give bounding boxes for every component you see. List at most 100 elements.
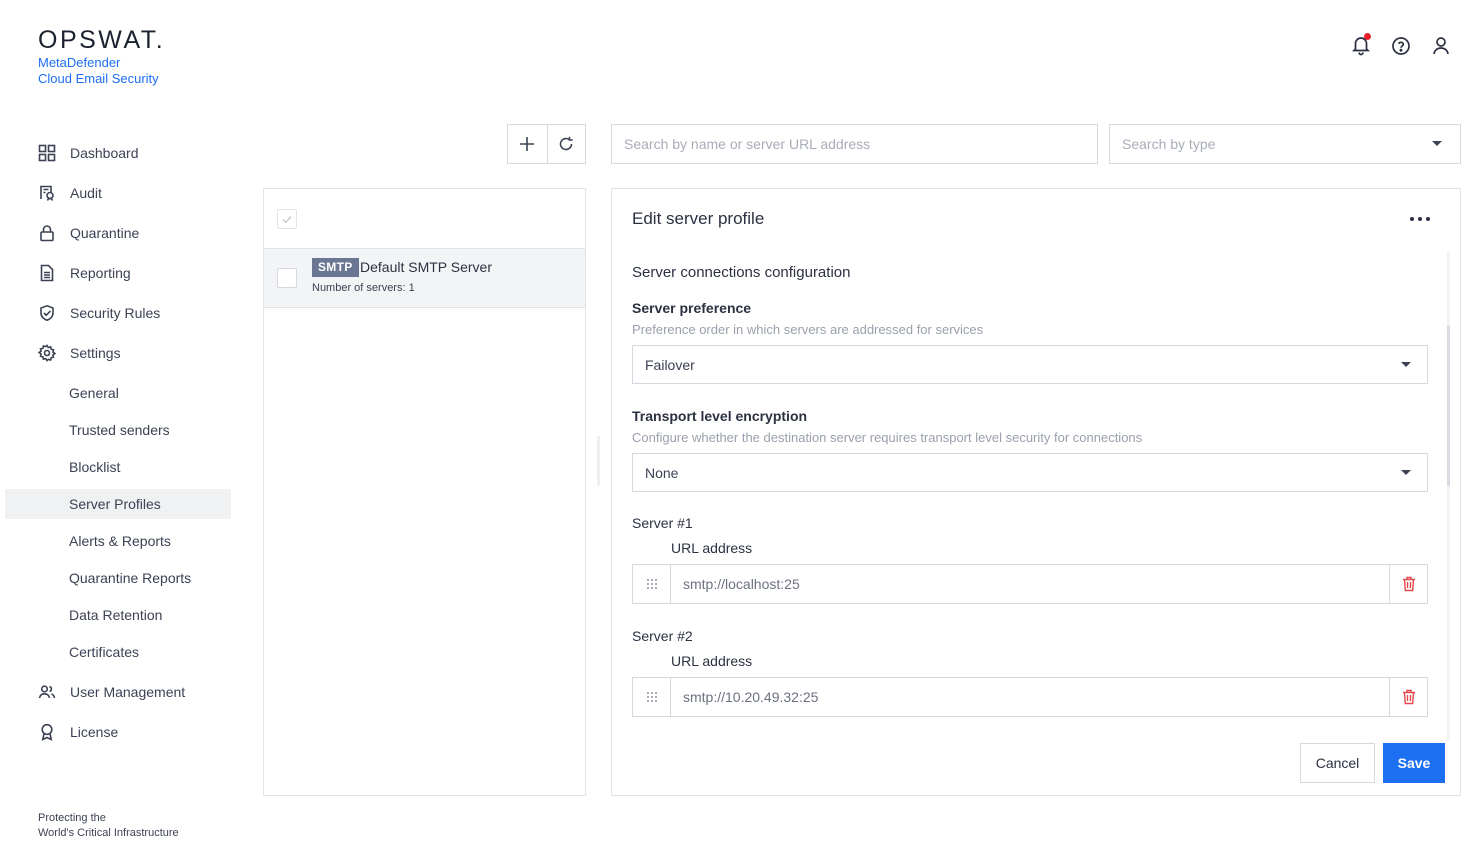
drag-dots-icon bbox=[646, 692, 657, 702]
save-button[interactable]: Save bbox=[1383, 743, 1445, 783]
sidebar-item-label: Dashboard bbox=[70, 145, 139, 161]
sidebar-item-audit[interactable]: Audit bbox=[0, 178, 232, 208]
plus-icon bbox=[520, 137, 535, 151]
more-dot-icon bbox=[1426, 217, 1430, 221]
audit-icon bbox=[40, 185, 54, 201]
server-profile-list: SMTP Default SMTP Server Number of serve… bbox=[263, 188, 586, 796]
drag-dots-icon bbox=[646, 579, 657, 589]
brand-logo[interactable]: OPSWAT. MetaDefender Cloud Email Securit… bbox=[38, 27, 165, 87]
search-input[interactable] bbox=[611, 124, 1098, 164]
server-1-url-input[interactable]: smtp://localhost:25 bbox=[671, 565, 1389, 603]
help-button[interactable] bbox=[1391, 34, 1411, 56]
sidebar-subitem-label: Trusted senders bbox=[69, 422, 170, 438]
profile-name: Default SMTP Server bbox=[360, 259, 493, 275]
chevron-down-icon bbox=[1401, 362, 1411, 367]
lock-icon bbox=[40, 225, 54, 242]
server-preference-help: Preference order in which servers are ad… bbox=[632, 322, 984, 337]
server-1-url-row: smtp://localhost:25 bbox=[632, 564, 1428, 604]
scrollbar-thumb[interactable] bbox=[1447, 326, 1450, 486]
document-icon bbox=[40, 264, 54, 282]
refresh-button[interactable] bbox=[546, 125, 586, 163]
server-1-label: Server #1 bbox=[632, 515, 693, 531]
header-actions bbox=[1351, 33, 1451, 56]
drag-handle[interactable] bbox=[633, 678, 671, 716]
delete-server-1-button[interactable] bbox=[1389, 565, 1427, 603]
sidebar-item-label: Reporting bbox=[70, 265, 131, 281]
encryption-help: Configure whether the destination server… bbox=[632, 430, 1143, 445]
more-dot-icon bbox=[1410, 217, 1414, 221]
server-preference-select[interactable]: Failover bbox=[632, 345, 1428, 384]
product-name-line2: Cloud Email Security bbox=[38, 71, 159, 86]
sidebar-item-label: Quarantine bbox=[70, 225, 140, 241]
server-2-url-input[interactable]: smtp://10.20.49.32:25 bbox=[671, 678, 1389, 716]
sidebar-item-label: Audit bbox=[70, 185, 102, 201]
add-profile-button[interactable] bbox=[508, 125, 547, 163]
sidebar-subitem-label: Server Profiles bbox=[69, 496, 161, 512]
dashboard-icon bbox=[38, 144, 56, 162]
sidebar-item-label: Security Rules bbox=[70, 305, 161, 321]
url-address-label: URL address bbox=[671, 540, 753, 556]
section-title: Server connections configuration bbox=[632, 264, 851, 281]
users-icon bbox=[38, 685, 56, 699]
row-checkbox[interactable] bbox=[277, 268, 297, 288]
opswat-logo-text: OPSWAT. bbox=[38, 26, 166, 54]
sidebar-item-reporting[interactable]: Reporting bbox=[0, 258, 232, 288]
encryption-select[interactable]: None bbox=[632, 453, 1428, 492]
sidebar-item-settings[interactable]: Settings bbox=[0, 338, 232, 368]
shield-check-icon bbox=[40, 304, 54, 322]
cancel-button[interactable]: Cancel bbox=[1300, 743, 1375, 783]
user-icon bbox=[1433, 37, 1449, 55]
sidebar-subitem-label: Certificates bbox=[69, 644, 140, 660]
sidebar-item-license[interactable]: License bbox=[0, 717, 232, 747]
notification-dot bbox=[1364, 33, 1371, 40]
sidebar-item-quarantine[interactable]: Quarantine bbox=[0, 218, 232, 248]
trash-icon bbox=[1402, 576, 1415, 592]
chevron-down-icon bbox=[1401, 470, 1411, 475]
edit-panel-scrollbar[interactable] bbox=[1447, 251, 1450, 741]
more-options-button[interactable] bbox=[1410, 217, 1430, 221]
award-icon bbox=[41, 723, 53, 741]
sidebar-item-dashboard[interactable]: Dashboard bbox=[0, 138, 232, 168]
user-profile-button[interactable] bbox=[1431, 34, 1451, 56]
sidebar-subitem-general[interactable]: General bbox=[5, 378, 231, 408]
sidebar-subitem-blocklist[interactable]: Blocklist bbox=[5, 452, 231, 482]
sidebar-subitem-data-retention[interactable]: Data Retention bbox=[5, 600, 231, 630]
sidebar-item-label: User Management bbox=[70, 684, 186, 700]
panel-resize-handle[interactable] bbox=[597, 436, 600, 486]
gear-icon bbox=[38, 344, 56, 362]
sidebar-subitem-quarantine-reports[interactable]: Quarantine Reports bbox=[5, 563, 231, 593]
sidebar-subitem-label: General bbox=[69, 385, 119, 401]
profile-server-count: Number of servers: 1 bbox=[312, 282, 415, 294]
delete-server-2-button[interactable] bbox=[1389, 678, 1427, 716]
sidebar-subitem-certificates[interactable]: Certificates bbox=[5, 637, 231, 667]
server-preference-value: Failover bbox=[645, 356, 695, 373]
notifications-button[interactable] bbox=[1351, 33, 1371, 56]
chevron-down-icon bbox=[1432, 141, 1442, 146]
type-filter-placeholder: Search by type bbox=[1122, 136, 1216, 152]
footer-line2: World's Critical Infrastructure bbox=[38, 827, 179, 839]
select-all-checkbox[interactable] bbox=[277, 209, 297, 229]
sidebar-subitem-server-profiles[interactable]: Server Profiles bbox=[5, 489, 231, 519]
footer-line1: Protecting the bbox=[38, 812, 106, 824]
server-preference-label: Server preference bbox=[632, 300, 752, 316]
trash-icon bbox=[1402, 689, 1415, 705]
drag-handle[interactable] bbox=[633, 565, 671, 603]
refresh-icon bbox=[559, 136, 573, 151]
sidebar-subitem-label: Blocklist bbox=[69, 459, 121, 475]
sidebar-item-security-rules[interactable]: Security Rules bbox=[0, 298, 232, 328]
encryption-value: None bbox=[645, 464, 679, 481]
list-item[interactable]: SMTP Default SMTP Server Number of serve… bbox=[264, 249, 585, 308]
sidebar-subitem-label: Alerts & Reports bbox=[69, 533, 171, 549]
type-filter-select[interactable]: Search by type bbox=[1109, 124, 1461, 164]
sidebar-item-user-management[interactable]: User Management bbox=[0, 677, 232, 707]
server-2-label: Server #2 bbox=[632, 628, 693, 644]
sidebar-subitem-alerts-reports[interactable]: Alerts & Reports bbox=[5, 526, 231, 556]
sidebar-subitem-trusted-senders[interactable]: Trusted senders bbox=[5, 415, 231, 445]
sidebar-item-label: License bbox=[70, 724, 119, 740]
footer-tagline: Protecting the World's Critical Infrastr… bbox=[38, 811, 179, 841]
edit-server-profile-panel: Edit server profile Server connections c… bbox=[611, 188, 1461, 796]
list-header bbox=[264, 189, 585, 249]
sidebar-subitem-label: Data Retention bbox=[69, 607, 163, 623]
encryption-label: Transport level encryption bbox=[632, 408, 808, 424]
list-toolbar bbox=[507, 124, 586, 164]
